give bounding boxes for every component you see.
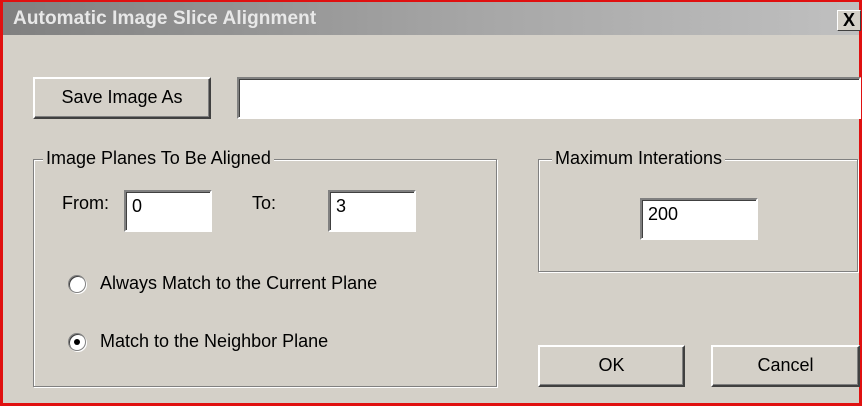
window-title: Automatic Image Slice Alignment: [13, 8, 317, 29]
alignment-dialog: Automatic Image Slice Alignment X Save I…: [0, 0, 862, 406]
to-input[interactable]: 3: [328, 190, 416, 232]
cancel-label: Cancel: [757, 355, 814, 375]
radio-option-neighbor-plane[interactable]: Match to the Neighbor Plane: [68, 330, 448, 356]
radio-current-plane-label: Always Match to the Current Plane: [100, 273, 378, 293]
title-bar[interactable]: Automatic Image Slice Alignment X: [3, 2, 861, 35]
to-value: 3: [336, 196, 347, 216]
save-path-input[interactable]: [237, 77, 861, 119]
radio-neighbor-plane-label: Match to the Neighbor Plane: [100, 331, 329, 351]
from-value: 0: [132, 196, 143, 216]
image-planes-legend: Image Planes To Be Aligned: [43, 148, 274, 169]
to-label: To:: [252, 193, 277, 213]
from-label: From:: [62, 193, 109, 213]
ok-button[interactable]: OK: [538, 345, 685, 387]
save-image-as-label: Save Image As: [61, 87, 183, 107]
ok-label: OK: [598, 355, 625, 375]
close-icon: X: [842, 10, 855, 30]
radio-neighbor-plane[interactable]: [68, 333, 86, 351]
close-button[interactable]: X: [837, 10, 861, 31]
radio-current-plane[interactable]: [68, 275, 86, 293]
radio-option-current-plane[interactable]: Always Match to the Current Plane: [68, 272, 448, 298]
image-planes-group: Image Planes To Be Aligned From: 0 To: 3…: [33, 148, 497, 387]
maximum-iterations-value: 200: [648, 204, 679, 224]
maximum-iterations-input[interactable]: 200: [640, 198, 758, 240]
radio-selected-dot: [74, 339, 80, 345]
maximum-iterations-legend: Maximum Interations: [552, 148, 726, 169]
maximum-iterations-group: Maximum Interations 200: [538, 148, 858, 272]
cancel-button[interactable]: Cancel: [711, 345, 860, 387]
from-input[interactable]: 0: [124, 190, 212, 232]
save-image-as-button[interactable]: Save Image As: [33, 77, 211, 119]
